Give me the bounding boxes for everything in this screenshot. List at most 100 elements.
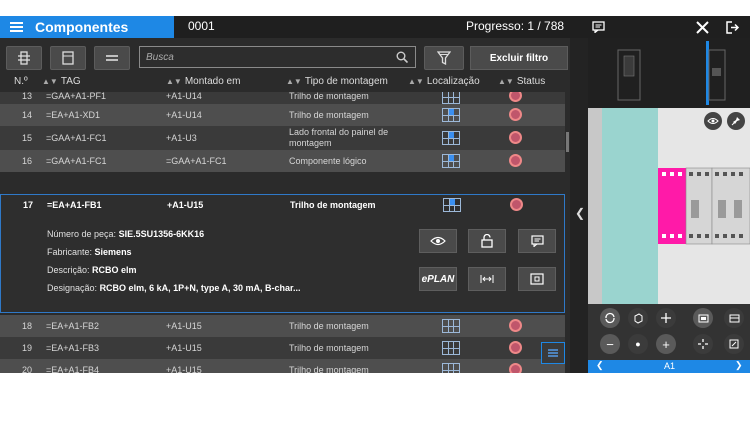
column-mounted[interactable]: ▲▼ Montado em <box>166 76 240 87</box>
chevron-left-icon[interactable]: ❮ <box>596 360 604 371</box>
chevron-left-icon[interactable]: ❮ <box>575 206 585 220</box>
eye-icon <box>430 236 446 246</box>
chevron-right-icon[interactable]: ❯ <box>735 360 743 371</box>
row-type: Lado frontal do painel de montagem <box>289 127 389 148</box>
status-icon[interactable] <box>509 154 522 167</box>
column-number[interactable]: N.º <box>14 76 28 87</box>
expand-icon <box>729 339 739 349</box>
zoom-in-button[interactable]: + <box>656 334 676 354</box>
scroll-thumb[interactable] <box>566 132 569 152</box>
column-label: TAG <box>60 76 81 87</box>
location-grid-icon[interactable] <box>443 198 461 212</box>
row-mounted: +A1-U15 <box>167 200 204 210</box>
view-button[interactable] <box>419 229 457 253</box>
view-3d-button[interactable] <box>628 308 648 328</box>
list-options-button[interactable] <box>541 342 565 364</box>
overview-minimap[interactable] <box>588 38 750 108</box>
plus-icon: + <box>662 336 670 352</box>
crosshair-icon <box>698 339 708 349</box>
table-row[interactable]: 19 =EA+A1-FB3 +A1-U15 Trilho de montagem <box>0 337 566 359</box>
project-code: 0001 <box>188 19 215 33</box>
table-row[interactable]: 18 =EA+A1-FB2 +A1-U15 Trilho de montagem <box>0 315 566 337</box>
measure-button[interactable] <box>468 267 506 291</box>
row-mounted: =GAA+A1-FC1 <box>166 156 227 166</box>
location-grid-icon[interactable] <box>442 341 460 355</box>
cabinet-view-button[interactable] <box>50 46 86 70</box>
row-mounted: +A1-U14 <box>166 110 202 120</box>
status-icon[interactable] <box>509 131 522 144</box>
row-type: Trilho de montagem <box>289 321 369 331</box>
table-row[interactable]: 15 =GAA+A1-FC1 +A1-U3 Lado frontal do pa… <box>0 126 566 150</box>
column-status[interactable]: ▲▼ Status <box>498 76 545 87</box>
status-icon[interactable] <box>509 92 522 102</box>
viewer-panel: − ● + ❮ A1 ❯ <box>588 38 750 373</box>
designation: Designação: RCBO elm, 6 kA, 1P+N, type A… <box>47 283 301 293</box>
measure-icon <box>480 275 494 283</box>
row-mounted: +A1-U3 <box>166 133 197 143</box>
status-icon[interactable] <box>509 319 522 332</box>
search-icon[interactable] <box>396 51 408 63</box>
rotate-button[interactable] <box>600 308 620 328</box>
unlock-button[interactable] <box>468 229 506 253</box>
row-tag: =EA+A1-XD1 <box>46 110 101 120</box>
row-tag: =EA+A1-FB2 <box>46 321 100 331</box>
location-label: A1 <box>664 361 676 371</box>
clear-filter-button[interactable]: Excluir filtro <box>470 46 568 70</box>
center-button[interactable]: ● <box>628 334 648 354</box>
expand-button[interactable] <box>724 334 744 354</box>
comment-button[interactable] <box>518 229 556 253</box>
row-number: 15 <box>22 133 33 143</box>
filter-button[interactable] <box>424 46 464 70</box>
snapshot-button[interactable] <box>518 267 556 291</box>
column-label: Tipo de montagem <box>304 76 388 87</box>
rail-view-button[interactable] <box>94 46 130 70</box>
location-grid-icon[interactable] <box>442 131 460 145</box>
comment-icon[interactable] <box>588 16 608 38</box>
designation-value: RCBO elm, 6 kA, 1P+N, type A, 30 mA, B-c… <box>99 283 301 293</box>
location-grid-icon[interactable] <box>442 154 460 168</box>
exit-icon[interactable] <box>723 16 743 38</box>
column-tag[interactable]: ▲▼ TAG <box>42 76 81 87</box>
screen-view-button[interactable] <box>693 308 713 328</box>
table-row[interactable]: 16 =GAA+A1-FC1 =GAA+A1-FC1 Componente ló… <box>0 150 566 172</box>
row-number: 17 <box>23 200 34 210</box>
progress-text: Progresso: 1 / 788 <box>466 19 565 33</box>
row-mounted: +A1-U15 <box>166 343 202 353</box>
location-grid-icon[interactable] <box>442 363 460 373</box>
location-grid-icon[interactable] <box>442 108 460 122</box>
part-number: Número de peça: SIE.5SU1356-6KK16 <box>47 229 205 239</box>
dot-icon: ● <box>635 339 641 349</box>
table-row[interactable]: 20 =EA+A1-FB4 +A1-U15 Trilho de montagem <box>0 359 566 373</box>
visibility-toggle[interactable] <box>704 112 722 130</box>
expanded-row[interactable]: 17 =EA+A1-FB1 +A1-U15 Trilho de montagem… <box>0 194 565 313</box>
column-type[interactable]: ▲▼ Tipo de montagem <box>286 76 388 87</box>
menu-icon[interactable] <box>10 22 23 32</box>
column-location[interactable]: ▲▼ Localização <box>408 76 480 87</box>
search-input[interactable] <box>139 46 416 68</box>
minus-icon: − <box>606 336 614 352</box>
panel-icon <box>729 314 739 322</box>
sort-icon: ▲▼ <box>286 77 302 86</box>
zoom-out-button[interactable]: − <box>600 334 620 354</box>
status-icon[interactable] <box>509 108 522 121</box>
location-grid-icon[interactable] <box>442 319 460 333</box>
panel-view-button[interactable] <box>724 308 744 328</box>
table-row[interactable]: 13 =GAA+A1-PF1 +A1-U14 Trilho de montage… <box>0 92 566 104</box>
view-mode-button[interactable] <box>6 46 42 70</box>
location-grid-icon[interactable] <box>442 92 460 104</box>
table-row[interactable]: 14 =EA+A1-XD1 +A1-U14 Trilho de montagem <box>0 104 566 126</box>
status-icon[interactable] <box>509 363 522 373</box>
eplan-button[interactable]: ePLAN <box>419 267 457 291</box>
pin-button[interactable] <box>727 112 745 130</box>
status-icon[interactable] <box>509 341 522 354</box>
status-icon[interactable] <box>510 198 523 211</box>
fit-button[interactable] <box>693 334 713 354</box>
eye-icon <box>707 118 719 124</box>
close-icon[interactable] <box>692 16 712 38</box>
component-canvas[interactable] <box>588 108 750 304</box>
table-header: N.º ▲▼ TAG ▲▼ Montado em ▲▼ Tipo de montage… <box>0 73 570 91</box>
unlock-icon <box>481 234 493 248</box>
column-label: Montado em <box>184 76 241 87</box>
pan-button[interactable] <box>656 308 676 328</box>
rail-icon <box>106 55 118 61</box>
